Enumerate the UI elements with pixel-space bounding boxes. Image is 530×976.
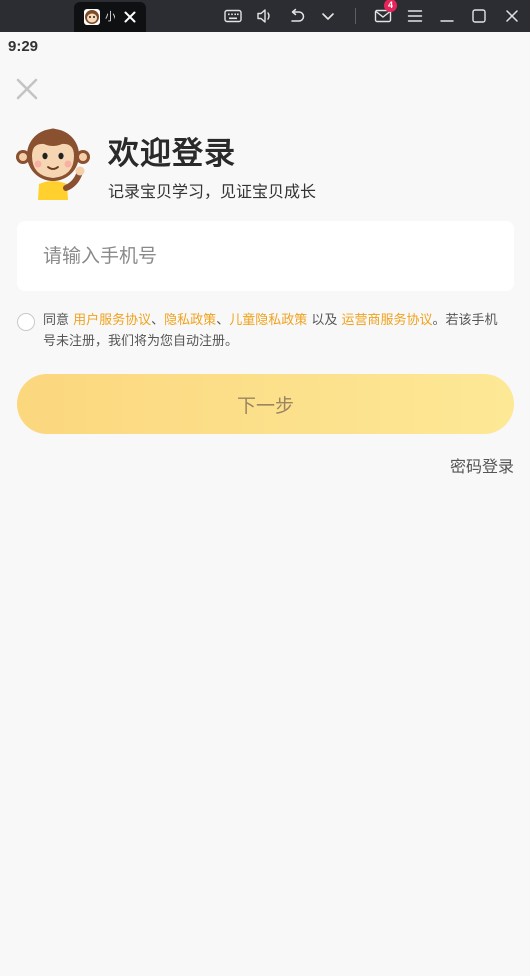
status-time: 9:29 <box>8 38 39 55</box>
toolbar-divider <box>355 8 356 24</box>
menu-icon[interactable] <box>403 4 427 28</box>
agreement-separator: 、 <box>216 313 230 328</box>
agreement-radio[interactable] <box>17 313 35 331</box>
monkey-mascot-logo <box>16 126 90 200</box>
phone-input-container <box>17 221 514 291</box>
phone-number-input[interactable] <box>41 221 491 291</box>
tab-close-icon[interactable] <box>122 9 138 25</box>
monkey-app-icon <box>84 9 100 25</box>
mail-icon[interactable]: 4 <box>371 0 397 28</box>
child-privacy-policy-link[interactable]: 儿童隐私政策 <box>229 313 307 328</box>
phone-screen: 9:29 欢迎登录 记录宝贝学习，见证宝贝成长 请输入手机号 同意 用户服务协议… <box>0 32 530 976</box>
operator-service-agreement-link[interactable]: 运营商服务协议 <box>341 313 432 328</box>
welcome-subtitle: 记录宝贝学习，见证宝贝成长 <box>108 182 317 201</box>
keyboard-icon[interactable] <box>221 4 245 28</box>
app-tab[interactable]: 小 <box>74 2 146 32</box>
maximize-icon[interactable] <box>467 4 491 28</box>
privacy-policy-link[interactable]: 隐私政策 <box>164 313 216 328</box>
minimize-icon[interactable] <box>435 4 459 28</box>
agreement-text: 同意 用户服务协议、隐私政策、儿童隐私政策 以及 运营商服务协议。若该手机号未注… <box>43 310 503 352</box>
close-icon[interactable] <box>500 4 524 28</box>
undo-icon[interactable] <box>285 4 309 28</box>
emulator-title-bar: 小 4 <box>0 0 530 32</box>
password-login-link[interactable]: 密码登录 <box>450 453 514 477</box>
agreement-connector: 以及 <box>307 313 342 328</box>
dismiss-icon[interactable] <box>14 76 40 102</box>
user-service-agreement-link[interactable]: 用户服务协议 <box>73 313 151 328</box>
welcome-title: 欢迎登录 <box>108 136 236 172</box>
next-step-button[interactable]: 下一步 <box>17 374 514 434</box>
tab-title: 小 <box>105 10 115 23</box>
chevron-down-icon[interactable] <box>316 4 340 28</box>
agreement-prefix: 同意 <box>43 313 74 328</box>
volume-icon[interactable] <box>253 4 277 28</box>
agreement-separator: 、 <box>151 313 165 328</box>
mail-badge: 4 <box>384 0 397 12</box>
